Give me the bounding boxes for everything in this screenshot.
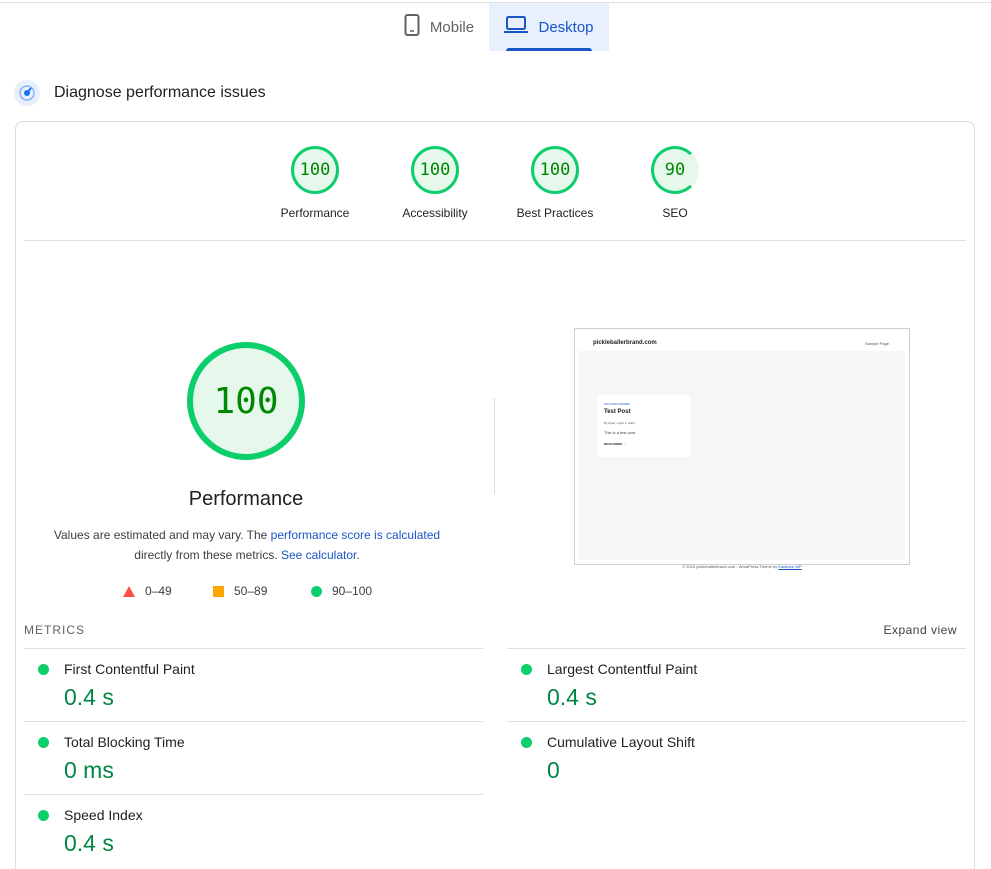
metric-name: Speed Index <box>64 807 143 823</box>
screenshot-post-card: UNCATEGORIZED Test Post By Ryan • April … <box>597 395 690 457</box>
legend-pass-label: 90–100 <box>332 584 373 598</box>
metric-cls: Cumulative Layout Shift 0 <box>507 721 966 794</box>
pass-dot-icon <box>38 664 49 675</box>
metric-value: 0 ms <box>64 757 114 783</box>
post-read-more: READ MORE → <box>604 442 627 446</box>
metric-tbt: Total Blocking Time 0 ms <box>24 721 483 794</box>
legend-fail-label: 0–49 <box>145 584 172 598</box>
metric-name: Cumulative Layout Shift <box>547 734 695 750</box>
triangle-icon <box>123 585 135 597</box>
tab-desktop[interactable]: Desktop <box>489 3 609 51</box>
screenshot-site-title: pickleballerbrand.com <box>593 340 657 346</box>
desc-text-1: Values are estimated and may vary. The <box>53 528 271 542</box>
vertical-divider <box>494 398 495 494</box>
square-icon <box>213 585 224 597</box>
metric-lcp: Largest Contentful Paint 0.4 s <box>507 648 966 721</box>
lighthouse-icon <box>14 80 40 106</box>
gauge-label: Performance <box>280 206 350 220</box>
score-ring: 100 <box>291 146 339 194</box>
diagnose-title: Diagnose performance issues <box>54 84 266 101</box>
phone-icon <box>404 14 420 40</box>
post-category: UNCATEGORIZED <box>604 402 630 406</box>
performance-score-link[interactable]: performance score is calculated <box>271 528 440 542</box>
score-ring: 100 <box>531 146 579 194</box>
post-title: Test Post <box>604 409 631 415</box>
tab-mobile-label: Mobile <box>429 18 475 36</box>
metric-fcp: First Contentful Paint 0.4 s <box>24 648 483 721</box>
gauge-seo[interactable]: 90 SEO <box>625 146 725 220</box>
screenshot-body: UNCATEGORIZED Test Post By Ryan • April … <box>579 351 905 569</box>
gauge-label: SEO <box>662 206 688 220</box>
gauge-label: Best Practices <box>516 206 594 220</box>
metric-value: 0.4 s <box>64 684 114 710</box>
desc-text-3: . <box>356 548 360 562</box>
legend-fail: 0–49 <box>123 584 172 598</box>
gauge-accessibility[interactable]: 100 Accessibility <box>385 146 485 220</box>
post-excerpt: This is a test post. <box>604 430 637 435</box>
metric-name: Total Blocking Time <box>64 734 185 750</box>
gauges-divider <box>24 240 966 241</box>
metric-name: First Contentful Paint <box>64 661 195 677</box>
laptop-icon <box>504 16 529 38</box>
performance-description: Values are estimated and may vary. The p… <box>40 525 454 565</box>
legend-pass: 90–100 <box>311 584 372 598</box>
screenshot-nav: Sample Page <box>864 341 889 346</box>
pass-dot-icon <box>38 737 49 748</box>
performance-score-ring: 100 <box>187 342 305 460</box>
see-calculator-link[interactable]: See calculator <box>281 548 356 562</box>
page-screenshot-thumbnail[interactable]: pickleballerbrand.com Sample Page UNCATE… <box>574 328 910 569</box>
pass-dot-icon <box>38 810 49 821</box>
score-ring: 90 <box>651 146 699 194</box>
gauge-performance[interactable]: 100 Performance <box>265 146 365 220</box>
circle-icon <box>311 585 322 597</box>
post-meta: By Ryan • April 1, 2024 <box>604 421 635 425</box>
legend-average-label: 50–89 <box>234 584 268 598</box>
performance-label: Performance <box>188 488 304 510</box>
tab-mobile[interactable]: Mobile <box>389 3 489 51</box>
metric-value: 0.4 s <box>547 684 597 710</box>
pass-dot-icon <box>521 737 532 748</box>
gauge-best-practices[interactable]: 100 Best Practices <box>505 146 605 220</box>
active-tab-indicator <box>506 48 592 51</box>
legend-average: 50–89 <box>213 584 267 598</box>
pass-dot-icon <box>521 664 532 675</box>
metrics-heading: METRICS <box>24 623 85 637</box>
footer-text: © 2024 pickleballerbrand.com - WordPress… <box>682 564 779 569</box>
metric-value: 0 <box>547 757 560 783</box>
score-ring: 100 <box>411 146 459 194</box>
gauge-label: Accessibility <box>402 206 468 220</box>
footer-link: Kadence WP <box>778 564 802 569</box>
metric-value: 0.4 s <box>64 830 114 856</box>
diagnose-header: Diagnose performance issues <box>14 80 266 106</box>
desc-text-2: directly from these metrics. <box>134 548 281 562</box>
metric-name: Largest Contentful Paint <box>547 661 698 677</box>
expand-view-button[interactable]: Expand view <box>883 623 957 637</box>
tab-desktop-label: Desktop <box>538 18 594 36</box>
screenshot-footer: © 2024 pickleballerbrand.com - WordPress… <box>579 564 905 569</box>
metric-speed-index: Speed Index 0.4 s <box>24 794 483 867</box>
